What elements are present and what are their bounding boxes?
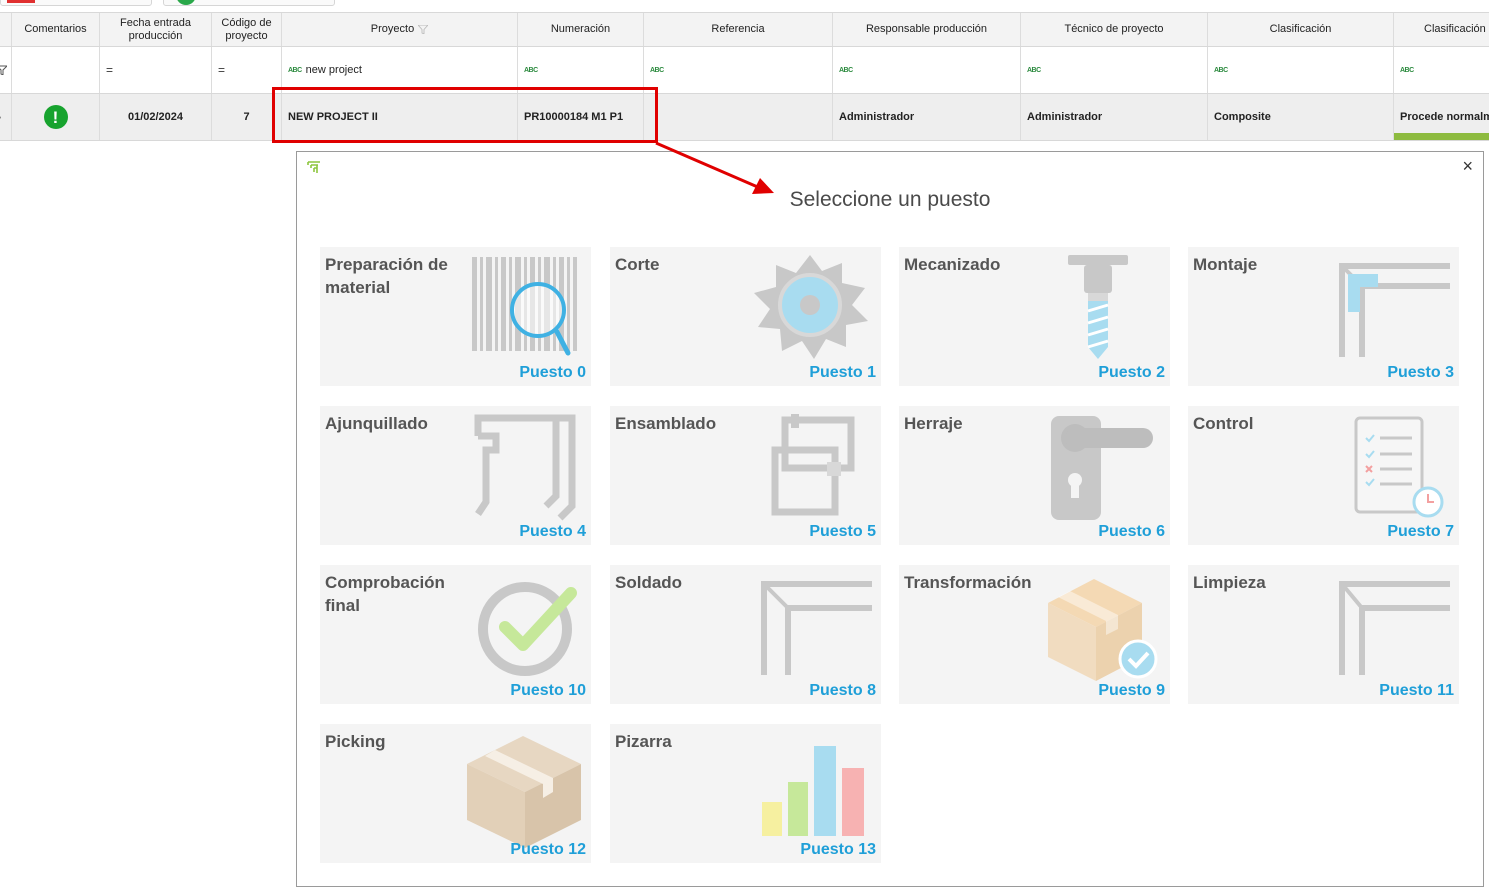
- box-icon: [467, 736, 581, 848]
- column-header-fecha[interactable]: Fecha entrada producción: [100, 13, 212, 46]
- filter-comentarios[interactable]: [12, 47, 100, 93]
- filter-row-icon[interactable]: [0, 47, 12, 93]
- weld-corner-icon: [761, 581, 872, 675]
- station-tile-8[interactable]: Soldado Puesto 8: [610, 565, 881, 704]
- filter-icon[interactable]: [418, 25, 429, 34]
- header-spacer: [0, 13, 12, 46]
- column-header-proyecto[interactable]: Proyecto: [282, 13, 518, 46]
- saw-blade-icon: [754, 255, 868, 359]
- assembly-frame-icon: [771, 414, 855, 516]
- cell-tecnico[interactable]: Administrador: [1021, 94, 1208, 140]
- barcode-magnifier-icon: [472, 257, 577, 356]
- table-row[interactable]: › ! 01/02/2024 7 NEW PROJECT II PR100001…: [0, 94, 1489, 141]
- grid-filter-row: = = ABC new project ABC ABC ABC ABC ABC A…: [0, 47, 1489, 94]
- status-ok-icon: !: [43, 105, 68, 129]
- filter-clasificacion-2[interactable]: ABC: [1394, 47, 1489, 93]
- cell-comentarios[interactable]: !: [12, 94, 100, 140]
- filter-referencia[interactable]: ABC: [644, 47, 833, 93]
- drill-bit-icon: [1068, 255, 1128, 359]
- close-icon[interactable]: ×: [1462, 156, 1473, 176]
- filter-fecha[interactable]: =: [100, 47, 212, 93]
- column-header-tecnico[interactable]: Técnico de proyecto: [1021, 13, 1208, 46]
- row-expand-icon[interactable]: ›: [0, 94, 12, 140]
- column-header-comentarios[interactable]: Comentarios: [12, 13, 100, 46]
- toolbar-button-red[interactable]: [0, 0, 152, 6]
- text-filter-icon: ABC: [650, 66, 664, 74]
- filter-proyecto-value: new project: [305, 63, 362, 76]
- column-header-referencia[interactable]: Referencia: [644, 13, 833, 46]
- cell-clasificacion[interactable]: Composite: [1208, 94, 1394, 140]
- checklist-icon: [1354, 416, 1444, 518]
- filter-responsable[interactable]: ABC: [833, 47, 1021, 93]
- station-tile-5[interactable]: Ensamblado Puesto 5: [610, 406, 881, 545]
- frame-corner-icon: [1339, 263, 1450, 357]
- funnel-icon: [0, 65, 7, 75]
- cell-clasificacion-2[interactable]: Procede normalm: [1394, 94, 1489, 140]
- station-tile-12[interactable]: Picking Puesto 12: [320, 724, 591, 863]
- cell-referencia[interactable]: [644, 94, 833, 140]
- station-tile-2[interactable]: Mecanizado Puesto 2: [899, 247, 1170, 386]
- station-tile-1[interactable]: Corte Puesto 1: [610, 247, 881, 386]
- grid-header-row: Comentarios Fecha entrada producción Cód…: [0, 12, 1489, 47]
- box-check-icon: [1048, 579, 1158, 681]
- cell-fecha[interactable]: 01/02/2024: [100, 94, 212, 140]
- bar-chart-icon: [762, 746, 864, 836]
- text-filter-icon: ABC: [1027, 66, 1041, 74]
- station-tile-0[interactable]: Preparación de material Puesto 0: [320, 247, 591, 386]
- text-filter-icon: ABC: [1400, 66, 1414, 74]
- station-tile-6[interactable]: Herraje Puesto 6: [899, 406, 1170, 545]
- check-circle-icon: [478, 582, 577, 676]
- dialog-title: Seleccione un puesto: [789, 188, 991, 211]
- station-tile-11[interactable]: Limpieza Puesto 11: [1188, 565, 1459, 704]
- station-tile-7[interactable]: Control Puesto 7: [1188, 406, 1459, 545]
- column-header-responsable[interactable]: Responsable producción: [833, 13, 1021, 46]
- station-tile-9[interactable]: Transformación Puesto 9: [899, 565, 1170, 704]
- filter-clasificacion[interactable]: ABC: [1208, 47, 1394, 93]
- column-header-clasificacion-2[interactable]: Clasificación: [1394, 13, 1489, 46]
- annotation-highlight-box: [272, 87, 658, 143]
- station-tile-13[interactable]: Pizarra Puesto 13: [610, 724, 881, 863]
- text-filter-icon: ABC: [524, 66, 538, 74]
- station-tile-10[interactable]: Comprobación final Puesto 10: [320, 565, 591, 704]
- toolbar-button-green[interactable]: [163, 0, 335, 6]
- classification-color-bar: [1394, 133, 1489, 140]
- column-header-clasificacion[interactable]: Clasificación: [1208, 13, 1394, 46]
- text-filter-icon: ABC: [1214, 66, 1228, 74]
- text-filter-icon: ABC: [839, 66, 853, 74]
- filter-tecnico[interactable]: ABC: [1021, 47, 1208, 93]
- projects-grid: Comentarios Fecha entrada producción Cód…: [0, 12, 1489, 141]
- column-header-codigo[interactable]: Código de proyecto: [212, 13, 282, 46]
- text-filter-icon: ABC: [288, 66, 302, 74]
- station-tile-4[interactable]: Ajunquillado Puesto 4: [320, 406, 591, 545]
- column-header-numeracion[interactable]: Numeración: [518, 13, 644, 46]
- select-station-dialog: × Seleccione un puesto Preparación de ma…: [296, 151, 1484, 887]
- glazing-bead-icon: [474, 414, 576, 521]
- clean-corner-icon: [1339, 581, 1450, 675]
- station-tile-3[interactable]: Montaje Puesto 3: [1188, 247, 1459, 386]
- app-logo-icon: [307, 161, 320, 173]
- door-handle-icon: [1051, 416, 1153, 520]
- cell-responsable[interactable]: Administrador: [833, 94, 1021, 140]
